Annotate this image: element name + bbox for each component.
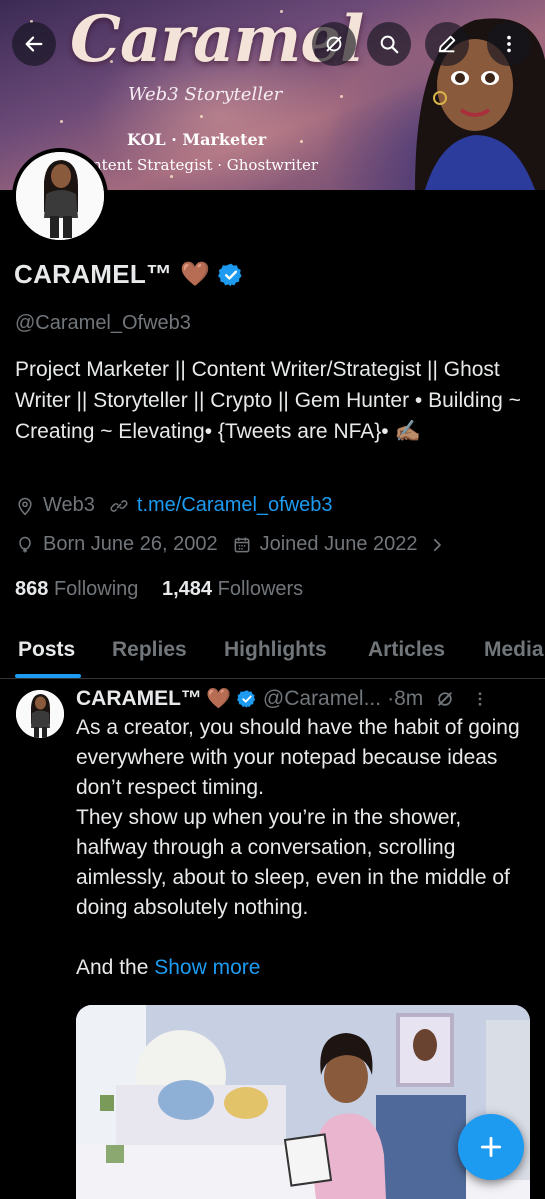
post-avatar-illustration <box>16 690 64 738</box>
follow-stats: 868 Following 1,484 Followers <box>15 578 303 601</box>
post-image-illustration <box>76 1005 530 1199</box>
tab-replies[interactable]: Replies <box>112 638 187 662</box>
grok-button[interactable] <box>312 22 356 66</box>
more-icon <box>507 35 511 53</box>
post-verified-badge-icon <box>236 689 256 708</box>
post-text: As a creator, you should have the habit … <box>76 716 520 979</box>
tab-articles[interactable]: Articles <box>368 638 445 662</box>
back-button[interactable] <box>12 22 56 66</box>
edit-icon <box>438 35 456 53</box>
post-time: ·8m <box>387 686 424 710</box>
post-author-name[interactable]: CARAMEL™ <box>76 687 202 711</box>
tab-highlights[interactable]: Highlights <box>224 638 327 662</box>
plus-icon <box>480 1136 502 1158</box>
edit-button[interactable] <box>425 22 469 66</box>
profile-name: CARAMEL™ <box>14 259 173 289</box>
heart-emoji: 🤎 <box>180 261 211 288</box>
profile-tabs: Posts Replies Highlights Articles Media <box>0 620 545 679</box>
post-handle[interactable]: @Caramel... <box>263 687 381 711</box>
verified-badge-icon[interactable] <box>218 262 244 288</box>
following-count: 868 <box>15 578 49 600</box>
avatar-illustration <box>16 152 104 240</box>
tab-media[interactable]: Media <box>484 638 544 662</box>
post-image[interactable] <box>76 1005 530 1199</box>
location-pin-icon <box>18 497 32 515</box>
more-button[interactable] <box>487 22 531 66</box>
compose-post-button[interactable] <box>458 1114 524 1180</box>
profile-link[interactable]: t.me/Caramel_ofweb3 <box>137 494 333 517</box>
profile-joined: Joined June 2022 <box>259 533 418 555</box>
balloon-icon <box>19 536 31 552</box>
following-label: Following <box>53 578 139 600</box>
show-more-link[interactable]: Show more <box>154 956 260 979</box>
banner-subtitle: Web3 Storyteller <box>128 84 283 105</box>
tab-posts[interactable]: Posts <box>18 638 75 662</box>
search-button[interactable] <box>367 22 411 66</box>
profile-location: Web3 <box>43 494 95 516</box>
post-more-icon[interactable] <box>471 690 489 708</box>
post-body: As a creator, you should have the habit … <box>76 713 526 983</box>
profile-bio: Project Marketer || Content Writer/Strat… <box>15 358 521 443</box>
profile-born: Born June 26, 2002 <box>43 533 218 555</box>
post-avatar[interactable] <box>16 690 64 738</box>
search-icon <box>380 35 399 54</box>
profile-avatar[interactable] <box>12 148 108 244</box>
post-heart-emoji: 🤎 <box>206 688 231 710</box>
active-tab-indicator <box>15 674 81 678</box>
banner-line-1: KOL · Marketer <box>127 130 267 149</box>
grok-icon[interactable] <box>435 689 455 709</box>
following-link[interactable]: 868 Following <box>15 578 138 600</box>
back-arrow-icon <box>25 36 43 52</box>
profile-handle: @Caramel_Ofweb3 <box>15 312 191 334</box>
chevron-right-icon <box>433 538 441 551</box>
followers-link[interactable]: 1,484 Followers <box>162 578 303 600</box>
profile-meta-row-1: Web3 t.me/Caramel_ofweb3 <box>15 494 333 517</box>
profile-meta-row-2[interactable]: Born June 26, 2002 Joined June 2022 <box>15 533 446 556</box>
post-header: CARAMEL™ 🤎 @Caramel... ·8m <box>76 686 489 711</box>
profile-name-row: CARAMEL™ 🤎 <box>14 259 244 290</box>
followers-label: Followers <box>217 578 304 600</box>
grok-icon <box>326 36 342 52</box>
calendar-icon <box>234 537 250 552</box>
link-icon <box>110 499 128 512</box>
followers-count: 1,484 <box>161 578 213 600</box>
banner-line-2: ntent Strategist · Ghostwriter <box>92 156 319 174</box>
